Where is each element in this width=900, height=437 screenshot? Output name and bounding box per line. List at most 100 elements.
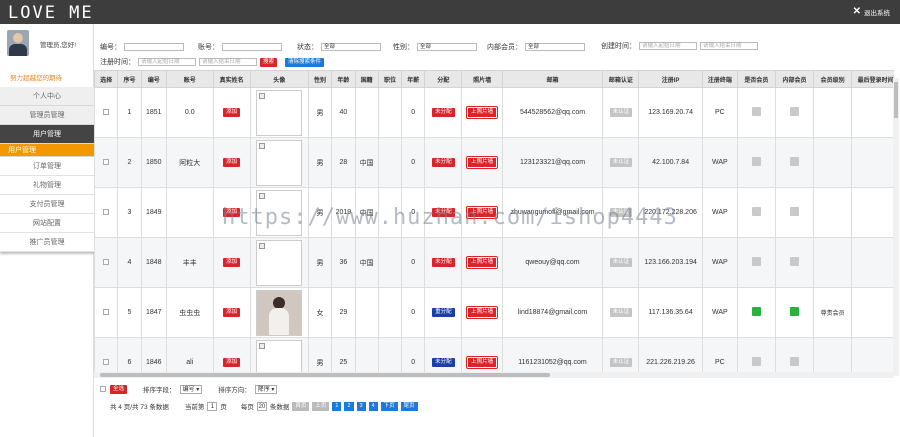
cell-level (813, 237, 853, 288)
filter-reg: 注册时间： 请输入起始日期 请输入结束日期 搜索 清除搜索条件 (100, 57, 325, 67)
row-checkbox[interactable] (103, 108, 110, 115)
page-2-button[interactable]: 2 (344, 401, 354, 411)
sidebar-item-promoters[interactable]: 推广员管理 (0, 233, 94, 252)
cell-realname: 添加 (212, 137, 251, 188)
cell-account (166, 187, 214, 238)
select-all-button[interactable]: 全选 (110, 384, 128, 394)
cell-select[interactable] (94, 137, 119, 188)
row-checkbox[interactable] (103, 258, 110, 265)
created-start-input[interactable]: 请输入起始日期 (639, 42, 697, 50)
sidebar-item-admins[interactable]: 管理员管理 (0, 106, 94, 125)
cell-select[interactable] (94, 87, 119, 138)
row-checkbox[interactable] (103, 358, 110, 365)
add-realname-button[interactable]: 添加 (223, 158, 241, 167)
per-page-input[interactable]: 20 (256, 401, 267, 411)
id-input[interactable] (124, 43, 184, 51)
last-page-button[interactable]: 尾页 (400, 401, 418, 411)
cell-country: 中国 (354, 237, 379, 288)
photo-wall-button[interactable]: 上照片墙 (466, 356, 499, 369)
email-verify-badge: 未认证 (609, 158, 633, 167)
assign-button[interactable]: 未分配 (432, 358, 455, 367)
prev-page-button[interactable]: 上页 (312, 401, 330, 411)
horizontal-scroll-thumb[interactable] (100, 373, 550, 377)
first-page-button[interactable]: 首页 (292, 401, 310, 411)
current-page-input[interactable]: 1 (207, 401, 218, 411)
gender-select[interactable]: 全部 (417, 43, 477, 51)
row-checkbox[interactable] (103, 208, 110, 215)
column-header: 编号 (140, 70, 168, 88)
member-toggle[interactable] (751, 257, 761, 266)
page-1-button[interactable]: 1 (332, 401, 342, 411)
cell-level (813, 137, 853, 188)
member-toggle[interactable] (751, 307, 761, 316)
table-row[interactable]: 2 1850 阿粒大 添加 男 28 中国 0 未分配 上照片墙 123123321@qq.com 未… (94, 137, 894, 188)
vertical-scrollbar[interactable] (893, 78, 899, 376)
row-seq: 6 (127, 359, 132, 366)
clear-search-button[interactable]: 清除搜索条件 (285, 57, 325, 67)
row-gender: 男 (316, 159, 324, 167)
assign-button[interactable]: 重分配 (432, 308, 455, 317)
logout-button[interactable]: ✕ 退出系统 (853, 7, 890, 18)
row-checkbox[interactable] (103, 308, 110, 315)
assign-button[interactable]: 未分配 (432, 158, 455, 167)
reg-start-input[interactable]: 请输入起始日期 (138, 58, 196, 66)
created-end-input[interactable]: 请输入结束日期 (700, 42, 758, 50)
sidebar-item-users[interactable]: 用户管理 (0, 125, 94, 144)
cell-email-verify: 未认证 (602, 87, 640, 138)
sort-dir-label: 排序方向： (218, 387, 251, 394)
internal-member-toggle[interactable] (790, 257, 800, 266)
next-page-button[interactable]: 下页 (380, 401, 398, 411)
sidebar-item-gifts[interactable]: 礼物管理 (0, 176, 94, 195)
cell-is-member (736, 187, 776, 238)
internal-member-toggle[interactable] (790, 357, 800, 366)
photo-wall-button[interactable]: 上照片墙 (466, 306, 499, 319)
column-header: 选择 (94, 70, 119, 88)
add-realname-button[interactable]: 添加 (223, 358, 241, 367)
member-toggle[interactable] (751, 207, 761, 216)
add-realname-button[interactable]: 添加 (223, 258, 241, 267)
sidebar-item-personal[interactable]: 个人中心 (0, 87, 94, 106)
sort-dir-select[interactable]: 降序 ▾ (254, 384, 278, 394)
row-checkbox[interactable] (103, 158, 110, 165)
search-button[interactable]: 搜索 (260, 57, 278, 67)
per-page-unit: 条数据 (269, 404, 290, 411)
horizontal-scrollbar[interactable] (94, 372, 893, 378)
table-row[interactable]: 4 1848 丰丰 添加 男 36 中国 0 未分配 上照片墙 qweouy@qq.com 未认证 12… (94, 237, 894, 288)
page-4-button[interactable]: 4 (368, 401, 378, 411)
cell-select[interactable] (94, 287, 119, 338)
sidebar-group-users[interactable]: 用户管理 (0, 144, 94, 157)
photo-wall-button[interactable]: 上照片墙 (466, 256, 499, 269)
photo-wall-button[interactable]: 上照片墙 (466, 156, 499, 169)
assign-button[interactable]: 未分配 (432, 258, 455, 267)
sidebar-item-payers[interactable]: 支付员管理 (0, 195, 94, 214)
select-all-checkbox[interactable] (100, 386, 106, 392)
member-select[interactable]: 全部 (525, 43, 585, 51)
account-input[interactable] (222, 43, 282, 51)
assign-button[interactable]: 未分配 (432, 108, 455, 117)
add-realname-button[interactable]: 添加 (223, 308, 241, 317)
cell-select[interactable] (94, 237, 119, 288)
internal-member-toggle[interactable] (790, 207, 800, 216)
member-toggle[interactable] (751, 107, 761, 116)
add-realname-button[interactable]: 添加 (223, 108, 241, 117)
internal-member-toggle[interactable] (790, 307, 800, 316)
brand-logo: LOVE ME (8, 3, 94, 23)
cell-ip: 42.100.7.84 (638, 137, 703, 188)
row-id: 1847 (146, 309, 162, 316)
reg-end-input[interactable]: 请输入结束日期 (199, 58, 257, 66)
sidebar-item-site-config[interactable]: 网站配置 (0, 214, 94, 233)
internal-member-toggle[interactable] (790, 157, 800, 166)
vertical-scroll-thumb[interactable] (894, 82, 898, 118)
photo-wall-button[interactable]: 上照片墙 (466, 106, 499, 119)
table-row[interactable]: 5 1847 虫虫虫 添加 女 29 0 重分配 上照片墙 lind18874@gmail.com… (94, 287, 894, 338)
member-toggle[interactable] (751, 157, 761, 166)
table-row[interactable]: 1 1851 0.0 添加 男 40 0 未分配 上照片墙 544528562@qq.com 未认证… (94, 87, 894, 138)
status-select[interactable]: 全部 (321, 43, 381, 51)
member-toggle[interactable] (751, 357, 761, 366)
page-3-button[interactable]: 3 (356, 401, 366, 411)
cell-select[interactable] (94, 187, 119, 238)
sort-field-select[interactable]: 编号 ▾ (179, 384, 203, 394)
filter-member-label: 内部会员： (487, 44, 522, 51)
internal-member-toggle[interactable] (790, 107, 800, 116)
sidebar-item-orders[interactable]: 订单管理 (0, 157, 94, 176)
